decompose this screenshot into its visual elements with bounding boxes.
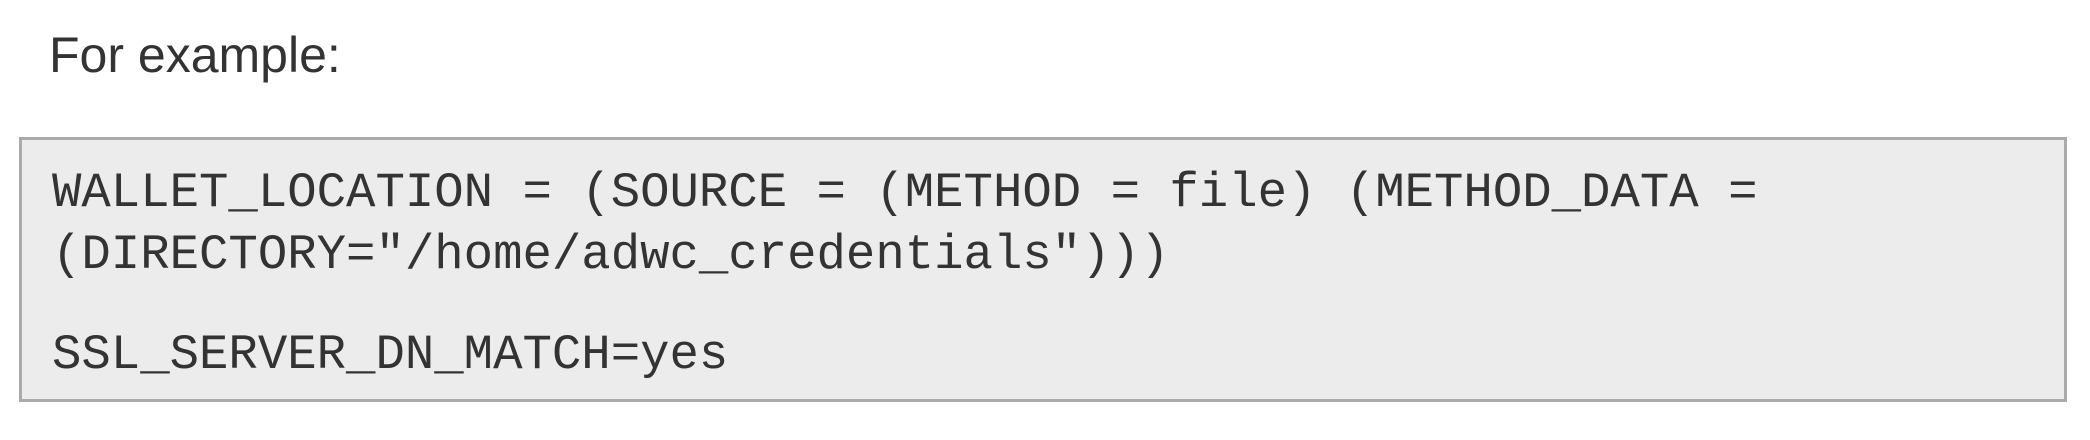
code-block: WALLET_LOCATION = (SOURCE = (METHOD = fi… [19, 137, 2067, 402]
code-line-wallet-location: WALLET_LOCATION = (SOURCE = (METHOD = fi… [52, 165, 1787, 283]
intro-text: For example: [49, 27, 341, 83]
code-line-ssl-server-dn-match: SSL_SERVER_DN_MATCH=yes [52, 327, 729, 383]
